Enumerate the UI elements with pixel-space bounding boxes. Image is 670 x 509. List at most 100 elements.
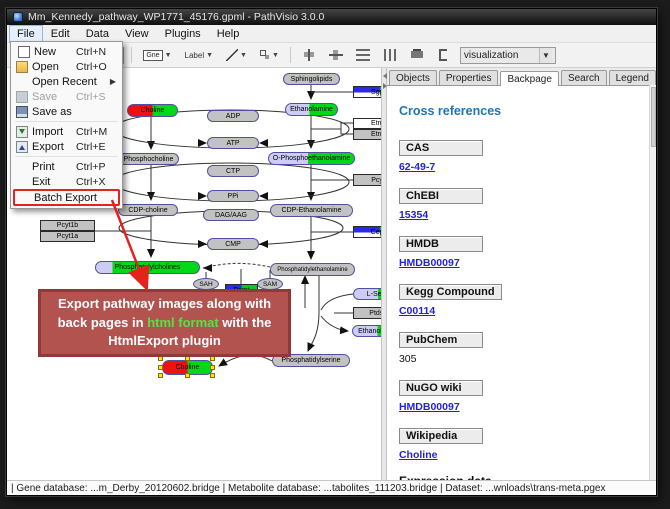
- pathway-node[interactable]: Choline: [127, 104, 178, 117]
- pathway-node[interactable]: ATP: [207, 137, 259, 149]
- file-menu-save[interactable]: SaveCtrl+S: [11, 89, 122, 104]
- file-menu-open[interactable]: OpenCtrl+O: [11, 59, 122, 74]
- xref-section: PubChem 305: [399, 330, 646, 365]
- pathway-gene-node[interactable]: Pcyt1b: [40, 220, 95, 231]
- save-as-disk-icon: [16, 106, 28, 118]
- pathway-node[interactable]: ADP: [207, 110, 259, 122]
- xref-source-name: NuGO wiki: [399, 380, 483, 396]
- line-tool-button[interactable]: ▼: [222, 46, 251, 65]
- menu-help[interactable]: Help: [209, 25, 248, 43]
- file-menu-batch-export[interactable]: Batch Export: [13, 189, 120, 206]
- pathway-node[interactable]: CMP: [207, 238, 259, 250]
- line-icon: [226, 49, 238, 61]
- xref-section: HMDB HMDB00097: [399, 234, 646, 269]
- selection-handle[interactable]: [185, 373, 190, 378]
- menu-edit[interactable]: Edit: [43, 25, 78, 43]
- file-menu-save-as[interactable]: Save as: [11, 104, 122, 119]
- tab-search[interactable]: Search: [561, 70, 607, 85]
- chevron-down-icon: ▼: [165, 52, 172, 59]
- pathway-gene-node[interactable]: Etnk2: [353, 129, 381, 140]
- pathway-node[interactable]: DAG/AAG: [203, 209, 259, 221]
- shape-icon: [260, 50, 266, 56]
- tab-objects[interactable]: Objects: [389, 70, 437, 85]
- pathway-node[interactable]: L-Serine: [353, 288, 381, 300]
- no-icon: [18, 192, 30, 204]
- align-edge-button[interactable]: [433, 46, 455, 65]
- stack-button[interactable]: [406, 46, 428, 65]
- scrollbar-thumb[interactable]: [651, 87, 656, 147]
- export-icon: [16, 141, 28, 153]
- tab-properties[interactable]: Properties: [439, 70, 499, 85]
- datanode-tool-button[interactable]: Gne ▼: [139, 46, 175, 65]
- pathway-gene-node[interactable]: Pcyt1a: [40, 231, 95, 242]
- pathway-gene-node[interactable]: Cept1: [353, 226, 381, 238]
- distribute-horizontal-icon: [383, 49, 397, 61]
- callout-highlight: html format: [147, 315, 219, 330]
- menu-separator: [15, 121, 118, 122]
- pathway-node[interactable]: Phosphatidylcholines: [95, 261, 200, 274]
- toolbar-separator: [131, 47, 132, 63]
- menu-plugins[interactable]: Plugins: [157, 25, 209, 43]
- pathway-node[interactable]: Ethanolamine: [285, 103, 338, 116]
- align-center-button[interactable]: [298, 46, 320, 65]
- align-edge-icon: [437, 49, 451, 61]
- chevron-down-icon[interactable]: ▼: [539, 48, 552, 63]
- menu-file[interactable]: File: [9, 25, 43, 43]
- status-text: | Gene database: ...m_Derby_20120602.bri…: [11, 483, 605, 494]
- xref-source-name: ChEBI: [399, 188, 483, 204]
- new-document-icon: [18, 46, 30, 58]
- no-icon: [16, 76, 28, 88]
- pathway-node[interactable]: Phosphocholine: [118, 153, 179, 165]
- xref-section: NuGO wiki HMDB00097: [399, 378, 646, 413]
- xref-section: ChEBI 15354: [399, 186, 646, 221]
- distribute-vertical-button[interactable]: [352, 46, 374, 65]
- selection-handle[interactable]: [210, 365, 215, 370]
- file-menu-open-recent[interactable]: Open Recent▶: [11, 74, 122, 89]
- xref-link[interactable]: HMDB00097: [399, 257, 460, 269]
- menu-data[interactable]: Data: [78, 25, 117, 43]
- selection-handle[interactable]: [158, 365, 163, 370]
- file-menu-export[interactable]: ExportCtrl+E: [11, 139, 122, 154]
- pathway-gene-node[interactable]: Etnk1: [353, 118, 381, 129]
- align-middle-button[interactable]: [325, 46, 347, 65]
- panel-scrollbar[interactable]: [649, 85, 656, 480]
- distribute-horizontal-button[interactable]: [379, 46, 401, 65]
- visualization-value: visualization: [464, 50, 518, 61]
- menu-view[interactable]: View: [117, 25, 157, 43]
- selection-handle[interactable]: [158, 373, 163, 378]
- pathway-node[interactable]: Phosphatidylethanolamine: [270, 263, 355, 276]
- pathway-node[interactable]: CDP-Ethanolamine: [270, 204, 353, 217]
- xref-link[interactable]: 62-49-7: [399, 161, 435, 173]
- xref-source-name: Kegg Compound: [399, 284, 502, 300]
- shape-tool-button[interactable]: ▼: [256, 46, 283, 65]
- file-menu-print[interactable]: PrintCtrl+P: [11, 159, 122, 174]
- pathway-node[interactable]: O-Phosphoethanolamine: [268, 152, 355, 165]
- backpage-content: Cross references CAS 62-49-7 ChEBI 15354…: [387, 86, 656, 480]
- pathway-node[interactable]: CTP: [207, 165, 259, 177]
- xref-link[interactable]: Choline: [399, 449, 438, 461]
- visualization-combobox[interactable]: visualization ▼: [460, 47, 556, 64]
- pathway-gene-node[interactable]: Sgpl1: [353, 86, 381, 98]
- side-panel: Objects Properties Backpage Search Legen…: [387, 68, 656, 480]
- xref-link[interactable]: C00114: [399, 305, 435, 317]
- file-menu-import[interactable]: ImportCtrl+M: [11, 124, 122, 139]
- xref-link[interactable]: 15354: [399, 209, 428, 221]
- file-menu-exit[interactable]: ExitCtrl+X: [11, 174, 122, 189]
- chevron-down-icon: ▼: [240, 52, 247, 59]
- tab-legend[interactable]: Legend: [609, 70, 656, 85]
- screenshot-stage: Mm_Kennedy_pathway_WP1771_45176.gpml - P…: [0, 0, 670, 509]
- pathway-gene-node[interactable]: Ptdss2: [353, 307, 381, 319]
- pathway-gene-node[interactable]: Pcyt2: [353, 174, 381, 186]
- selection-handle[interactable]: [210, 373, 215, 378]
- tab-backpage[interactable]: Backpage: [500, 71, 558, 86]
- pathway-node[interactable]: Ethanolamine: [352, 325, 381, 337]
- label-tool-button[interactable]: Label ▼: [181, 46, 218, 65]
- pathway-node[interactable]: CDP-choline: [118, 204, 178, 216]
- file-menu-new[interactable]: NewCtrl+N: [11, 44, 122, 59]
- xref-link[interactable]: HMDB00097: [399, 401, 460, 413]
- pathway-node[interactable]: Sphingolipids: [283, 73, 340, 85]
- chevron-down-icon: ▼: [206, 52, 213, 59]
- pathway-node[interactable]: PPi: [207, 190, 259, 202]
- no-icon: [16, 161, 28, 173]
- title-bar[interactable]: Mm_Kennedy_pathway_WP1771_45176.gpml - P…: [7, 9, 656, 25]
